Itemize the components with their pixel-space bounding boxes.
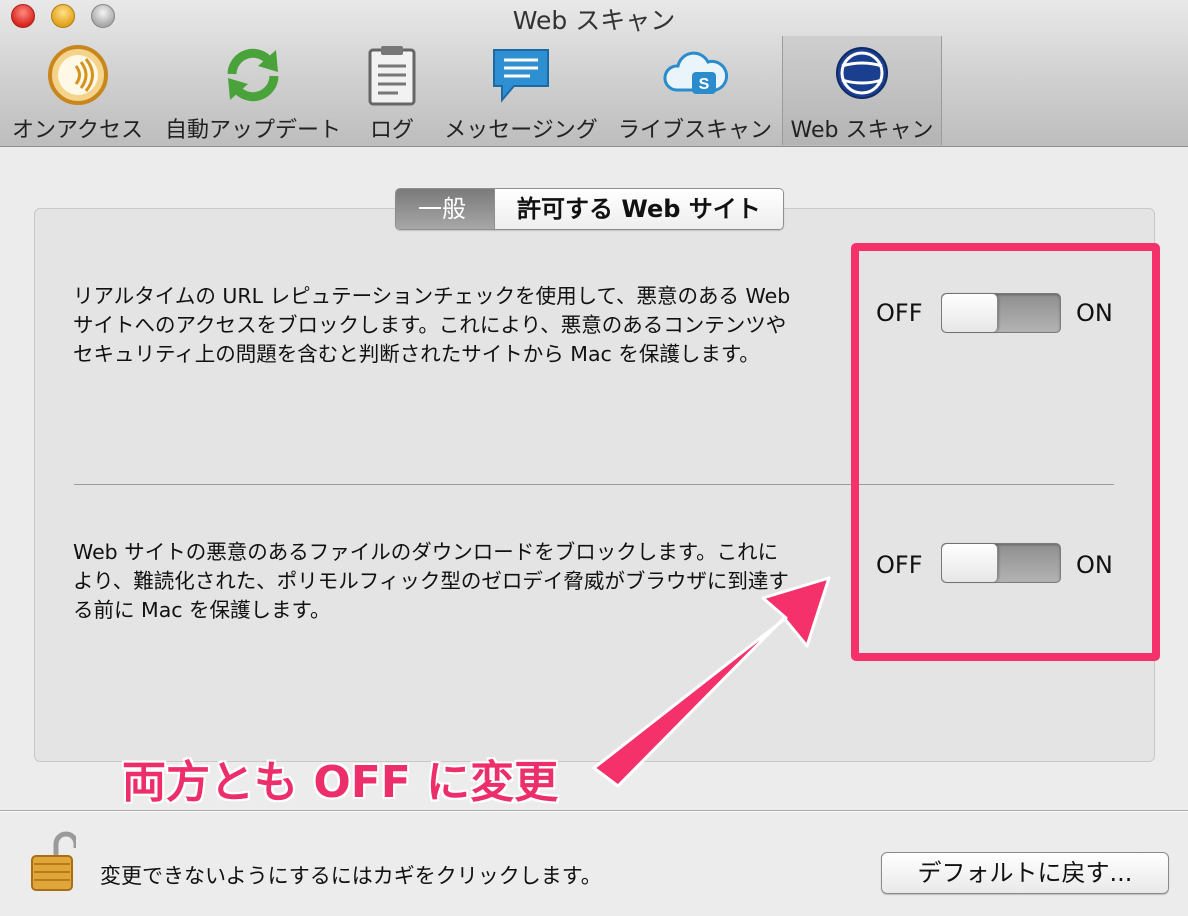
tab-allowed-websites[interactable]: 許可する Web サイト [494,189,783,229]
footer-divider-highlight [0,811,1188,812]
lock-icon[interactable] [30,828,76,892]
restore-defaults-button[interactable]: デフォルトに戻す... [881,852,1169,894]
tab-general[interactable]: 一般 [396,189,494,229]
tab-bar: 一般 許可する Web サイト [395,188,784,230]
lock-instruction-text: 変更できないようにするにはカギをクリックします。 [100,864,602,888]
annotation-text: 両方とも OFF に変更 [122,757,559,808]
